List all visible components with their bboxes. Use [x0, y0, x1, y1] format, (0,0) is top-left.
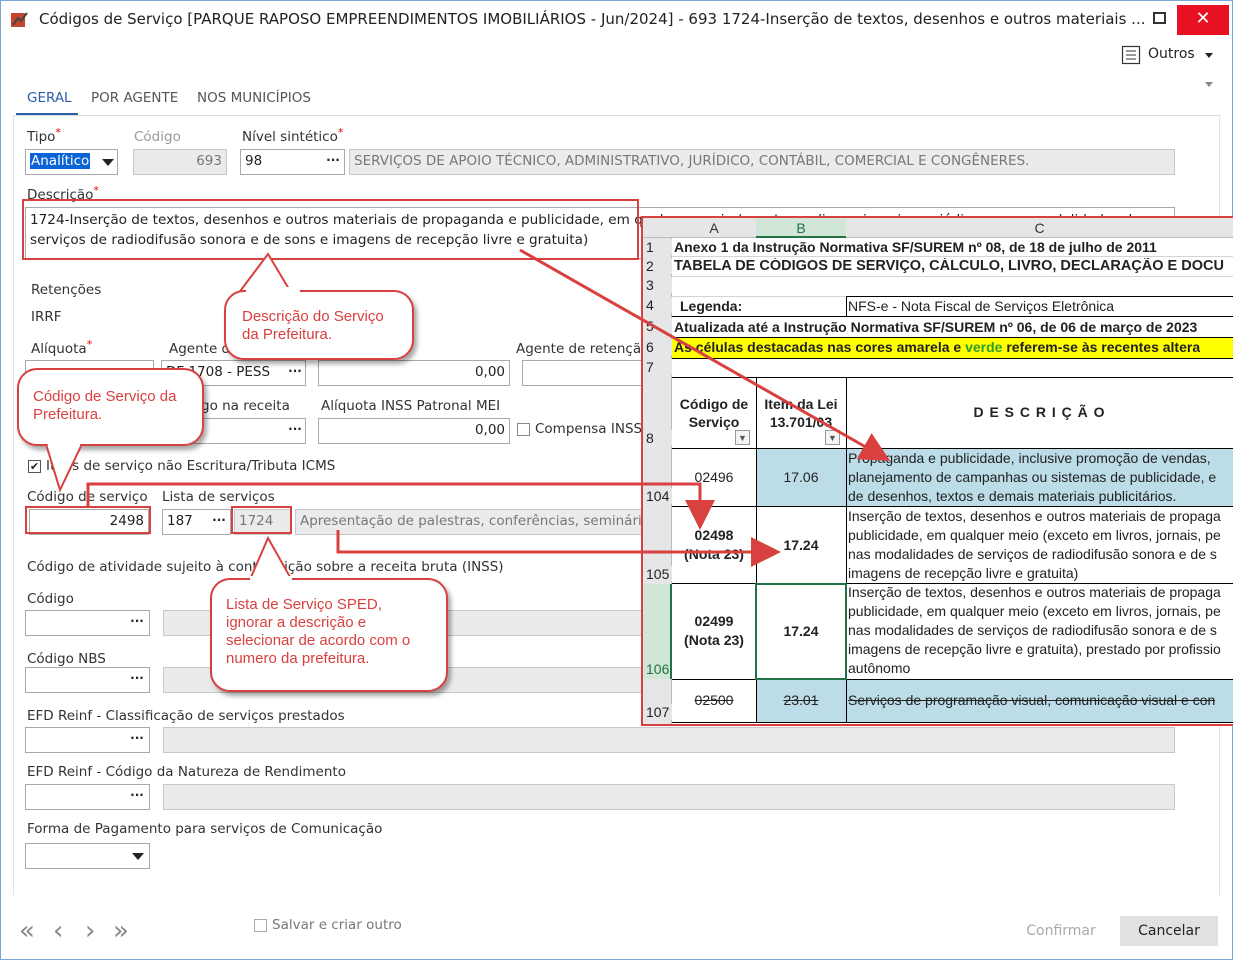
callout-joint — [246, 287, 300, 292]
annotation-arrows — [86, 248, 891, 567]
callout-codigo: Código de Serviço da Prefeitura. — [17, 368, 204, 446]
arrow-lista — [336, 530, 781, 567]
callout-joint — [250, 576, 292, 581]
callout-pointer — [44, 444, 84, 493]
callout-descricao: Descrição do Serviço da Prefeitura. — [224, 290, 414, 360]
arrow-descricao — [519, 248, 891, 461]
callout-lista: Lista de Serviço SPED, ignorar a descriç… — [210, 578, 448, 692]
arrow-codigo — [86, 482, 715, 530]
